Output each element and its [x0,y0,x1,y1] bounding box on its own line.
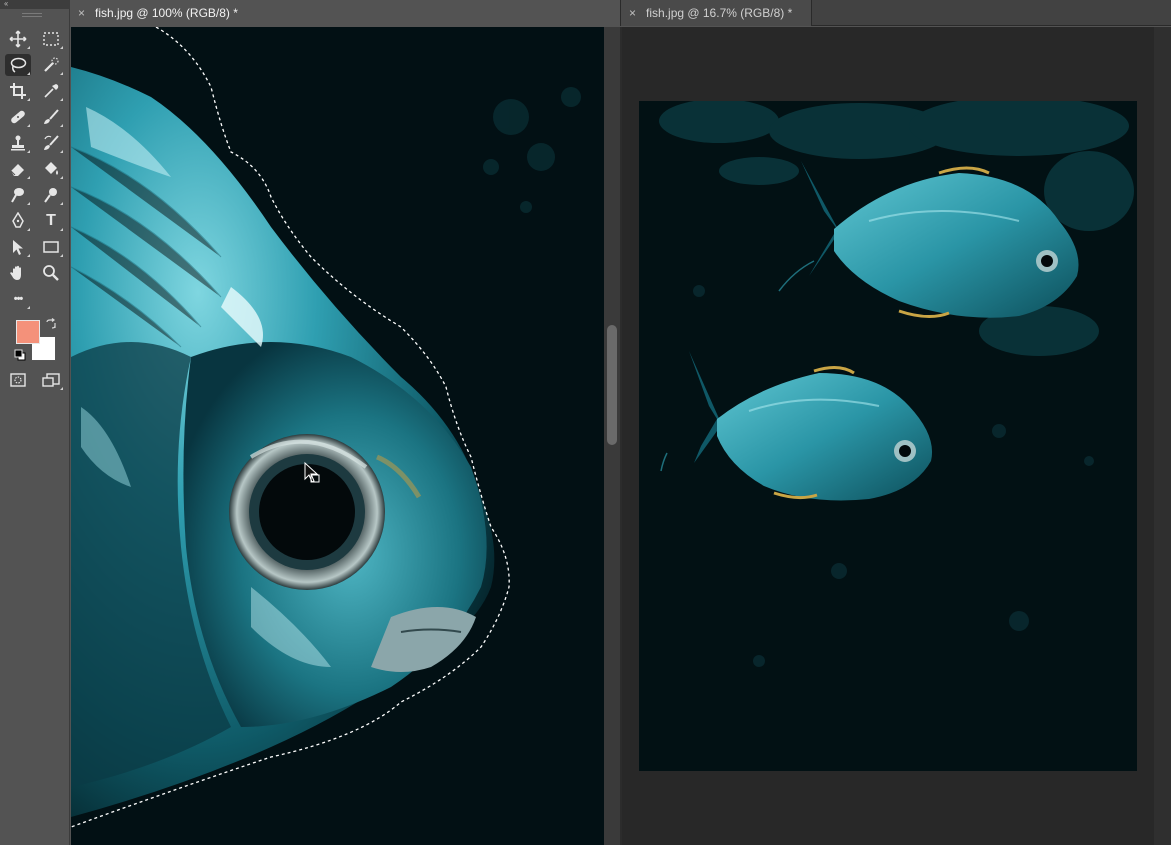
dodge-tool[interactable] [38,184,64,206]
path-selection-tool[interactable] [5,236,31,258]
brush-tool[interactable] [38,106,64,128]
swap-colors-icon[interactable] [45,318,57,330]
rectangular-marquee-tool[interactable] [38,28,64,50]
pen-tool[interactable] [5,210,31,232]
clone-stamp-tool[interactable] [5,132,31,154]
document-canvas[interactable] [639,101,1137,771]
marquee-icon [43,32,59,46]
zoom-tool[interactable] [38,262,64,284]
quick-mask-icon [10,373,26,387]
default-colors-icon[interactable] [14,349,26,361]
collapse-panel-button[interactable]: ‹‹ [0,0,70,9]
tab-fish-100[interactable]: × fish.jpg @ 100% (RGB/8) * [70,0,620,26]
move-icon [9,30,27,48]
smudge-icon [11,188,24,203]
lasso-icon [10,57,27,73]
type-icon: T [46,212,56,229]
type-tool[interactable]: T [38,210,64,232]
arrow-icon [13,240,23,255]
quick-selection-icon [44,57,59,72]
more-icon: ••• [13,293,24,305]
rectangle-tool[interactable] [38,236,64,258]
crop-tool[interactable] [5,80,31,102]
tab-fish-16[interactable]: × fish.jpg @ 16.7% (RGB/8) * [621,0,811,26]
paint-bucket-tool[interactable] [38,158,64,180]
hand-tool[interactable] [5,262,31,284]
document-tab-bar: × fish.jpg @ 100% (RGB/8) * × fish.jpg @… [70,0,1171,26]
crop-icon [10,83,26,99]
quick-selection-tool[interactable] [38,54,64,76]
panel-grip[interactable] [22,13,42,17]
eyedropper-icon [44,84,59,98]
tab-title: fish.jpg @ 100% (RGB/8) * [95,6,238,20]
screen-mode-button[interactable] [38,369,64,391]
eraser-tool[interactable] [5,158,31,180]
healing-brush-tool[interactable] [5,106,31,128]
pen-icon [12,212,24,228]
fish-lower [660,351,933,501]
fish-upper [778,161,1079,318]
vertical-scrollbar-right[interactable] [1154,27,1171,845]
quick-mask-button[interactable] [5,369,31,391]
zoom-icon [43,265,59,281]
tools-panel: ‹‹ T ••• [0,0,70,845]
stamp-icon [11,135,25,151]
eyedropper-tool[interactable] [38,80,64,102]
hand-icon [10,265,21,280]
tab-title: fish.jpg @ 16.7% (RGB/8) * [646,6,793,20]
move-tool[interactable] [5,28,31,50]
fish-closeup-image [71,27,581,828]
close-tab-icon[interactable]: × [78,6,85,20]
dodge-icon [44,188,57,203]
lasso-tool[interactable] [5,54,31,76]
history-brush-icon [44,135,59,150]
screen-mode-icon [42,373,60,387]
bandage-icon [11,110,25,124]
canvas-overview[interactable] [622,27,1171,845]
brush-icon [44,109,59,124]
edit-toolbar-button[interactable]: ••• [5,288,31,310]
eraser-icon [10,164,24,176]
foreground-color-swatch[interactable] [16,320,40,344]
rectangle-icon [43,241,59,253]
scrollbar-thumb[interactable] [607,325,617,445]
canvas-zoomed[interactable] [71,27,604,845]
bucket-icon [45,162,58,175]
close-tab-icon[interactable]: × [629,6,636,20]
history-brush-tool[interactable] [38,132,64,154]
two-fish-image [659,101,1134,667]
smudge-tool[interactable] [5,184,31,206]
